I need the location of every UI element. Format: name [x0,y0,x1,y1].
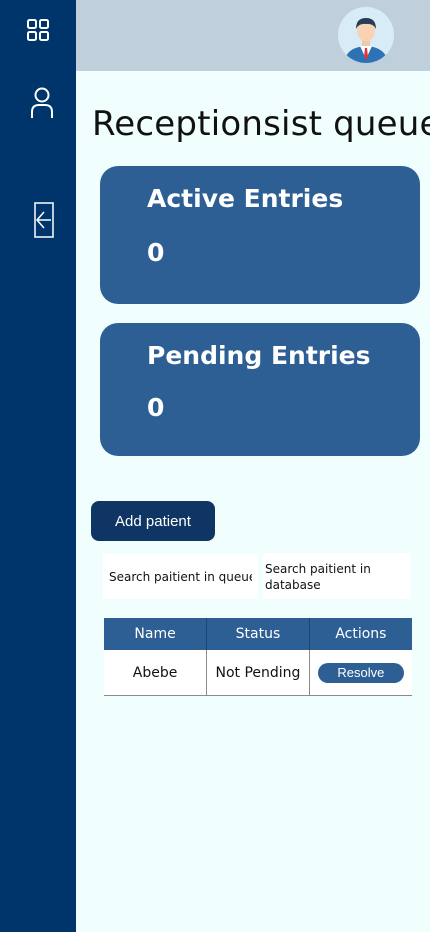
dashboard-icon[interactable] [27,19,49,41]
pending-entries-label: Pending Entries [147,341,371,370]
user-icon[interactable] [30,87,54,119]
search-database-input[interactable]: Search paitient in database [263,553,411,599]
column-header-name: Name [104,618,208,650]
pending-entries-card: Pending Entries 0 [100,323,420,456]
add-patient-button[interactable]: Add patient [91,501,215,541]
table-row: Abebe Not Pending Resolve [104,650,412,696]
pending-entries-count: 0 [147,393,165,422]
column-header-actions: Actions [309,618,412,650]
column-header-status: Status [206,618,310,650]
avatar-icon [338,7,394,63]
patient-name: Abebe [104,650,208,696]
user-avatar[interactable] [338,7,394,63]
search-database-placeholder: Search paitient in database [265,562,371,592]
active-entries-card: Active Entries 0 [100,166,420,304]
patient-status: Not Pending [206,650,310,696]
resolve-button[interactable]: Resolve [317,662,404,683]
active-entries-count: 0 [147,238,165,267]
sidebar [0,0,76,932]
patient-actions-cell: Resolve [309,650,412,696]
search-queue-input[interactable] [103,554,258,599]
page-title: Receptionsist queue [92,104,430,144]
logout-icon[interactable] [34,202,54,238]
queue-table: Name Status Actions Abebe Not Pending Re… [104,618,412,696]
active-entries-label: Active Entries [147,184,344,213]
